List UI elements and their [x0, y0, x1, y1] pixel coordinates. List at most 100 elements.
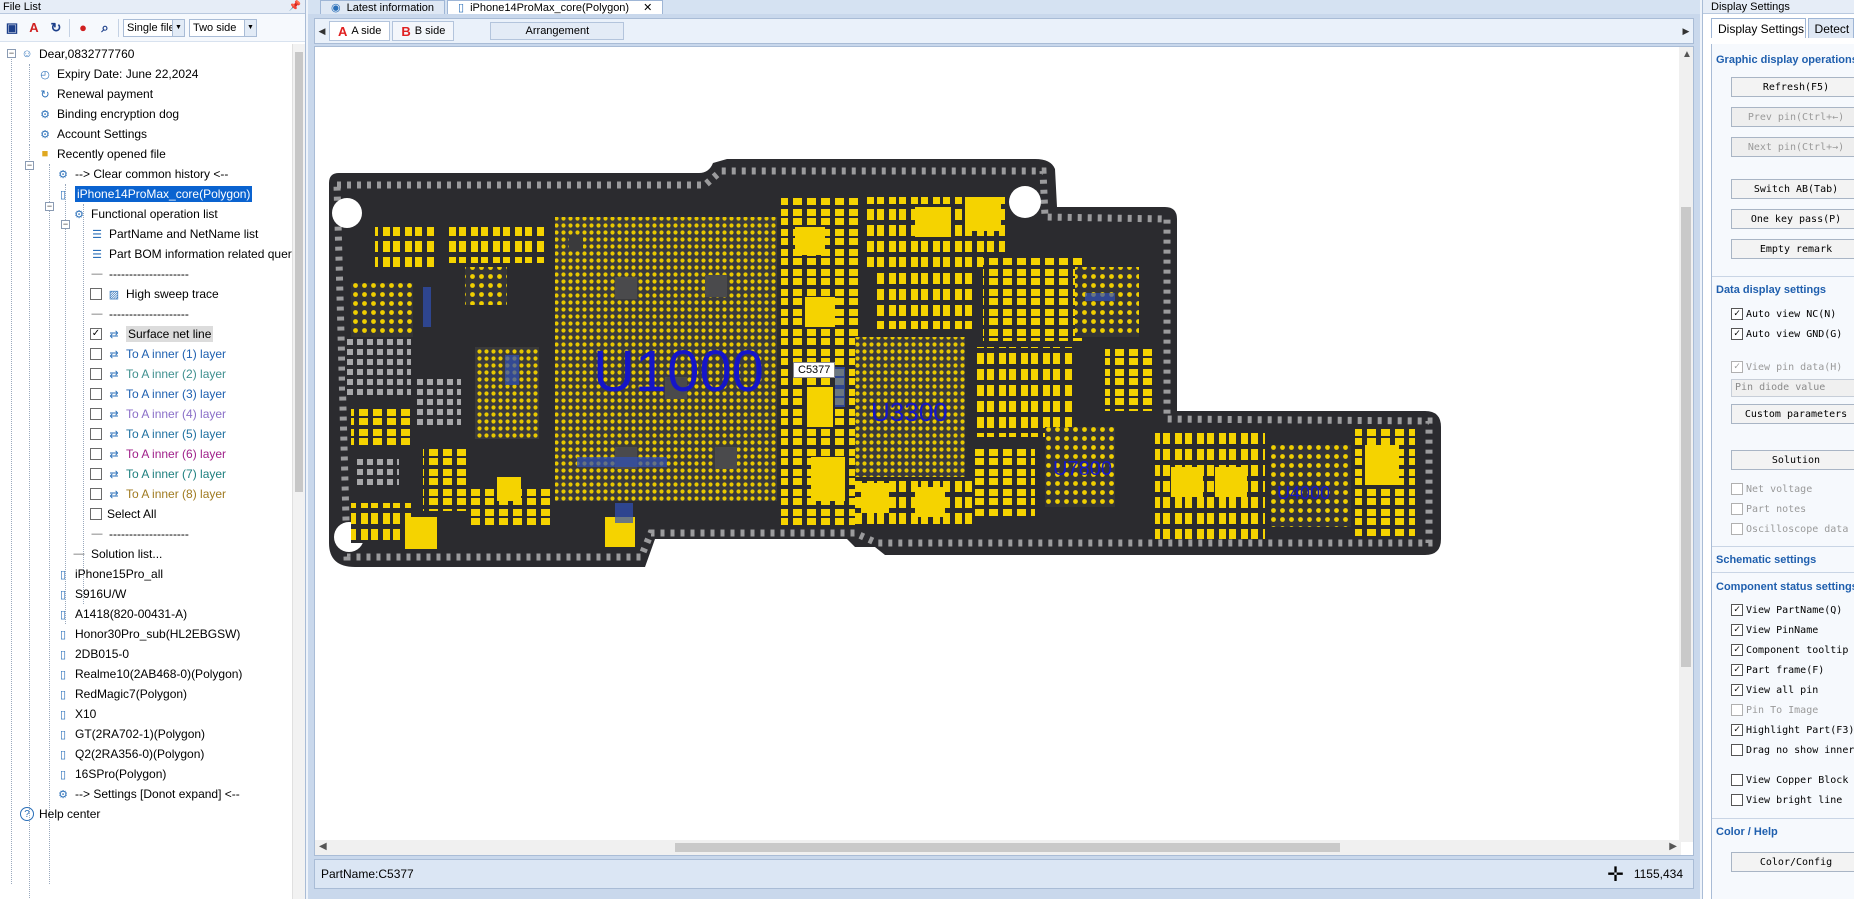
tree-file[interactable]: ▯ Q2(2RA356-0)(Polygon) [56, 744, 204, 764]
search-icon[interactable]: ⌕ [96, 19, 114, 37]
tree-solution-list[interactable]: — Solution list... [72, 544, 163, 564]
refresh-icon[interactable]: ↻ [47, 19, 65, 37]
close-icon[interactable]: ✕ [643, 1, 652, 15]
tree-file[interactable]: ▯ Realme10(2AB468-0)(Polygon) [56, 664, 242, 684]
arrangement-button[interactable]: Arrangement [490, 22, 625, 40]
tree-select-all[interactable]: Select All [90, 504, 156, 524]
auto-view-gnd-checkbox[interactable]: ✓ Auto view GND(G) [1731, 326, 1842, 342]
component-tooltip-checkbox[interactable]: ✓ Component tooltip [1731, 642, 1848, 658]
expand-toggle[interactable]: − [25, 161, 34, 170]
part-notes-checkbox[interactable]: Part notes [1731, 501, 1806, 517]
font-icon[interactable]: A [25, 19, 43, 37]
view-pinname-checkbox[interactable]: ✓ View PinName [1731, 622, 1818, 638]
chevron-left-icon[interactable]: ◀ [315, 26, 329, 37]
vertical-scrollbar[interactable]: ▲ [1679, 47, 1693, 842]
inner-5-checkbox[interactable] [90, 428, 102, 440]
inner-8-checkbox[interactable] [90, 488, 102, 500]
tree-file[interactable]: ▯ X10 [56, 704, 96, 724]
chevron-left-icon[interactable]: ◀ [319, 841, 327, 852]
view-pin-data-checkbox[interactable]: ✓ View pin data(H) [1731, 359, 1842, 375]
tab-board-file[interactable]: ▯ iPhone14ProMax_core(Polygon) ✕ [447, 0, 664, 15]
tree-surface-net[interactable]: ✓ ⇄ Surface net line [90, 324, 214, 344]
inner-6-checkbox[interactable] [90, 448, 102, 460]
tree-functional-list[interactable]: ⚙ Functional operation list [72, 204, 218, 224]
tree-file[interactable]: ▯ Honor30Pro_sub(HL2EBGSW) [56, 624, 240, 644]
chevron-right-icon[interactable]: ▶ [1669, 841, 1677, 852]
refresh-button[interactable]: Refresh(F5) [1731, 77, 1854, 97]
expand-toggle[interactable]: − [45, 202, 54, 211]
tree-inner-5[interactable]: ⇄ To A inner (5) layer [90, 424, 226, 444]
pin-icon[interactable]: 📌 [289, 0, 301, 14]
high-sweep-checkbox[interactable] [90, 288, 102, 300]
chevron-right-icon[interactable]: ▶ [1679, 26, 1693, 37]
tree-file[interactable]: ▯ GT(2RA702-1)(Polygon) [56, 724, 205, 744]
highlight-part-checkbox[interactable]: ✓ Highlight Part(F3) [1731, 722, 1854, 738]
tree-help[interactable]: ? Help center [20, 804, 100, 824]
tree-partname-list[interactable]: ☰ PartName and NetName list [90, 224, 258, 244]
tree-scrollbar[interactable] [292, 44, 305, 899]
side-mode-select[interactable]: Two side ▼ [189, 18, 257, 37]
tab-latest-information[interactable]: ◉ Latest information [320, 0, 446, 14]
board-canvas[interactable]: U1000 U3300 U7800 U4000 C5377 ▲ ◀ ▶ [314, 46, 1694, 856]
open-file-icon[interactable]: ▣ [3, 19, 21, 37]
tree-inner-4[interactable]: ⇄ To A inner (4) layer [90, 404, 226, 424]
inner-2-checkbox[interactable] [90, 368, 102, 380]
tree-recent[interactable]: ■ Recently opened file [38, 144, 166, 164]
expand-toggle[interactable]: − [7, 49, 16, 58]
auto-view-nc-checkbox[interactable]: ✓ Auto view NC(N) [1731, 306, 1836, 322]
net-voltage-checkbox[interactable]: Net voltage [1731, 481, 1812, 497]
tree-user[interactable]: ☺ Dear,0832777760 [20, 44, 134, 64]
inner-7-checkbox[interactable] [90, 468, 102, 480]
tree-expiry[interactable]: ◴ Expiry Date: June 22,2024 [38, 64, 198, 84]
tree-file-iphone14promax[interactable]: ▯ iPhone14ProMax_core(Polygon) [56, 184, 253, 204]
view-copper-checkbox[interactable]: View Copper Block [1731, 772, 1848, 788]
solution-button[interactable]: Solution [1731, 450, 1854, 470]
inner-4-checkbox[interactable] [90, 408, 102, 420]
part-frame-checkbox[interactable]: ✓ Part frame(F) [1731, 662, 1824, 678]
chevron-up-icon[interactable]: ▲ [1682, 49, 1692, 60]
tab-b-side[interactable]: B B side [392, 21, 455, 41]
tree-inner-3[interactable]: ⇄ To A inner (3) layer [90, 384, 226, 404]
tree-file[interactable]: ▯ 2DB015-0 [56, 644, 129, 664]
scrollbar-thumb[interactable] [295, 52, 303, 492]
pin-diode-field[interactable]: Pin diode value [1731, 379, 1854, 397]
scrollbar-thumb[interactable] [675, 843, 1340, 852]
tab-detect[interactable]: Detect [1807, 18, 1854, 38]
chevron-down-icon[interactable]: ▼ [244, 19, 256, 36]
surface-net-checkbox[interactable]: ✓ [90, 328, 102, 340]
one-key-pass-button[interactable]: One key pass(P) [1731, 209, 1854, 229]
next-pin-button[interactable]: Next pin(Ctrl+→) [1731, 137, 1854, 157]
tree-file[interactable]: ▯ 16SPro(Polygon) [56, 764, 166, 784]
tab-display-settings[interactable]: Display Settings [1711, 18, 1806, 38]
tree-file[interactable]: ▯ A1418(820-00431-A) [56, 604, 187, 624]
inner-3-checkbox[interactable] [90, 388, 102, 400]
tree-inner-6[interactable]: ⇄ To A inner (6) layer [90, 444, 226, 464]
prev-pin-button[interactable]: Prev pin(Ctrl+←) [1731, 107, 1854, 127]
tree-inner-2[interactable]: ⇄ To A inner (2) layer [90, 364, 226, 384]
tree-high-sweep[interactable]: ▨ High sweep trace [90, 284, 219, 304]
inner-1-checkbox[interactable] [90, 348, 102, 360]
tree-file[interactable]: ▯ iPhone15Pro_all [56, 564, 163, 584]
pin-to-image-checkbox[interactable]: Pin To Image [1731, 702, 1818, 718]
drag-no-show-checkbox[interactable]: Drag no show inner [1731, 742, 1854, 758]
tree-file[interactable]: ▯ S916U/W [56, 584, 126, 604]
chevron-down-icon[interactable]: ▼ [172, 19, 184, 36]
horizontal-scrollbar[interactable]: ◀ ▶ [315, 840, 1681, 855]
view-mode-select[interactable]: Single file ▼ [123, 18, 185, 37]
custom-parameters-button[interactable]: Custom parameters [1731, 404, 1854, 424]
tab-a-side[interactable]: A A side [329, 21, 391, 41]
tree-inner-7[interactable]: ⇄ To A inner (7) layer [90, 464, 226, 484]
tree-settings[interactable]: ⚙ --> Settings [Donot expand] <-- [56, 784, 240, 804]
view-bright-line-checkbox[interactable]: View bright line [1731, 792, 1842, 808]
pcb-drawing[interactable]: U1000 U3300 U7800 U4000 [315, 47, 1681, 842]
switch-ab-button[interactable]: Switch AB(Tab) [1731, 179, 1854, 199]
tree-account[interactable]: ⚙ Account Settings [38, 124, 147, 144]
empty-remark-button[interactable]: Empty remark [1731, 239, 1854, 259]
tree-inner-8[interactable]: ⇄ To A inner (8) layer [90, 484, 226, 504]
tree-renewal[interactable]: ↻ Renewal payment [38, 84, 153, 104]
location-pin-icon[interactable]: ● [74, 19, 92, 37]
oscilloscope-checkbox[interactable]: Oscilloscope data [1731, 521, 1848, 537]
expand-toggle[interactable]: − [61, 220, 70, 229]
tree-binding[interactable]: ⚙ Binding encryption dog [38, 104, 179, 124]
color-config-button[interactable]: Color/Config [1731, 852, 1854, 872]
